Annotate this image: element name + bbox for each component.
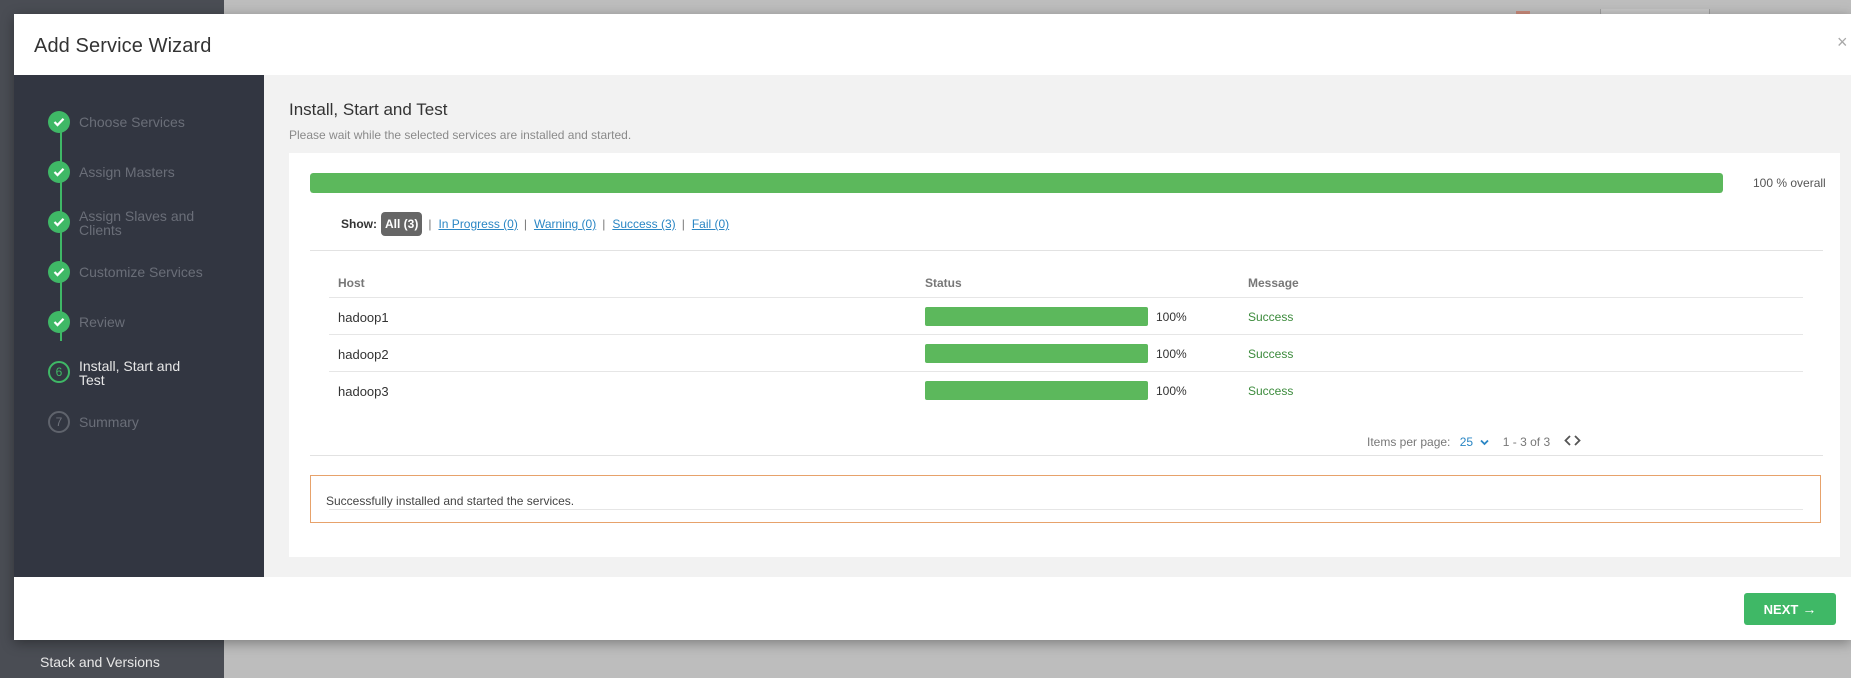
host-status-message[interactable]: Success — [1248, 347, 1293, 361]
host-name[interactable]: hadoop3 — [338, 384, 389, 399]
filter-in-progress[interactable]: In Progress (0) — [438, 217, 517, 231]
column-header-status[interactable]: Status — [925, 276, 962, 290]
wizard-step[interactable]: Assign Slaves and Clients — [48, 208, 258, 241]
divider — [310, 455, 1823, 456]
step-subtitle: Please wait while the selected services … — [289, 128, 632, 142]
filter-show-label: Show: — [341, 217, 377, 231]
table-row: hadoop2 100% Success — [329, 334, 1803, 372]
install-panel: 100 % overall Show: All (3) | In Progres… — [289, 153, 1840, 557]
host-progress-fill — [925, 344, 1148, 363]
wizard-step-label: Review — [79, 314, 125, 330]
result-message: Successfully installed and started the s… — [326, 494, 575, 508]
filter-separator: | — [523, 217, 527, 231]
close-icon[interactable]: × — [1837, 32, 1851, 52]
wizard-step-label: Install, Start and Test — [79, 358, 181, 388]
arrow-right-icon: → — [1802, 601, 1817, 617]
pagination: Items per page: 25 1 - 3 of 3 — [1367, 434, 1581, 449]
overall-progress-fill — [310, 173, 1723, 193]
check-icon — [48, 261, 70, 283]
wizard-steps-nav: Choose Services Assign Masters Assign Slav… — [14, 75, 264, 577]
table-row: hadoop3 100% Success — [329, 371, 1803, 409]
filter-separator: | — [602, 217, 606, 231]
step-number: 7 — [48, 411, 70, 433]
items-per-page-select[interactable]: 25 — [1460, 435, 1493, 449]
items-per-page-label: Items per page: — [1367, 435, 1451, 449]
host-name[interactable]: hadoop1 — [338, 310, 389, 325]
column-header-host[interactable]: Host — [338, 276, 365, 290]
wizard-step-label: Assign Slaves and Clients — [79, 208, 195, 238]
modal-footer: NEXT → — [14, 577, 1851, 640]
wizard-step[interactable]: 7 Summary — [48, 411, 258, 441]
overall-progress-label: 100 % overall — [1753, 176, 1826, 190]
chevron-down-icon — [1480, 435, 1490, 449]
wizard-step[interactable]: 6 Install, Start and Test — [48, 358, 258, 391]
host-name[interactable]: hadoop2 — [338, 347, 389, 362]
overall-progress-bar — [310, 173, 1723, 193]
filter-fail[interactable]: Fail (0) — [692, 217, 729, 231]
modal-header: Add Service Wizard × — [14, 14, 1851, 75]
check-icon — [48, 311, 70, 333]
filter-separator: | — [428, 217, 432, 231]
wizard-content: Install, Start and Test Please wait whil… — [264, 75, 1851, 577]
table-row: hadoop1 100% Success — [329, 297, 1803, 335]
wizard-step-label: Assign Masters — [79, 164, 175, 180]
status-filter: Show: All (3) | In Progress (0) | Warnin… — [341, 211, 729, 237]
filter-separator: | — [681, 217, 685, 231]
check-icon — [48, 161, 70, 183]
wizard-step[interactable]: Review — [48, 311, 258, 341]
filter-all[interactable]: All (3) — [381, 212, 423, 236]
host-progress-percent: 100% — [1156, 347, 1187, 361]
host-progress-fill — [925, 307, 1148, 326]
chevron-left-icon[interactable] — [1563, 434, 1575, 449]
check-icon — [48, 211, 70, 233]
column-header-message[interactable]: Message — [1248, 276, 1299, 290]
host-progress-bar — [925, 381, 1148, 400]
wizard-step[interactable]: Assign Masters — [48, 161, 258, 191]
wizard-step-label: Choose Services — [79, 114, 185, 130]
check-icon — [48, 111, 70, 133]
step-title: Install, Start and Test — [289, 100, 448, 119]
pagination-range: 1 - 3 of 3 — [1502, 435, 1551, 449]
host-progress-percent: 100% — [1156, 384, 1187, 398]
filter-warning[interactable]: Warning (0) — [534, 217, 596, 231]
chevron-right-icon[interactable] — [1574, 434, 1581, 449]
modal-title: Add Service Wizard — [34, 35, 212, 57]
wizard-step-label: Summary — [79, 414, 139, 430]
items-per-page-value: 25 — [1459, 435, 1474, 449]
host-progress-bar — [925, 307, 1148, 326]
host-progress-bar — [925, 344, 1148, 363]
filter-success[interactable]: Success (3) — [612, 217, 675, 231]
host-status-message[interactable]: Success — [1248, 384, 1293, 398]
next-button[interactable]: NEXT → — [1744, 593, 1836, 625]
next-button-label: NEXT — [1763, 601, 1799, 617]
wizard-step[interactable]: Choose Services — [48, 111, 258, 141]
background-sidebar-item-stack-versions: Stack and Versions — [40, 654, 160, 670]
add-service-wizard-modal: Add Service Wizard × Choose Services Assi… — [14, 14, 1851, 640]
host-progress-percent: 100% — [1156, 310, 1187, 324]
wizard-step-label: Customize Services — [79, 264, 203, 280]
result-message-box: Successfully installed and started the s… — [310, 475, 1821, 523]
host-progress-fill — [925, 381, 1148, 400]
wizard-step[interactable]: Customize Services — [48, 261, 258, 291]
divider — [310, 250, 1823, 251]
host-status-message[interactable]: Success — [1248, 310, 1293, 324]
step-number: 6 — [48, 361, 70, 383]
